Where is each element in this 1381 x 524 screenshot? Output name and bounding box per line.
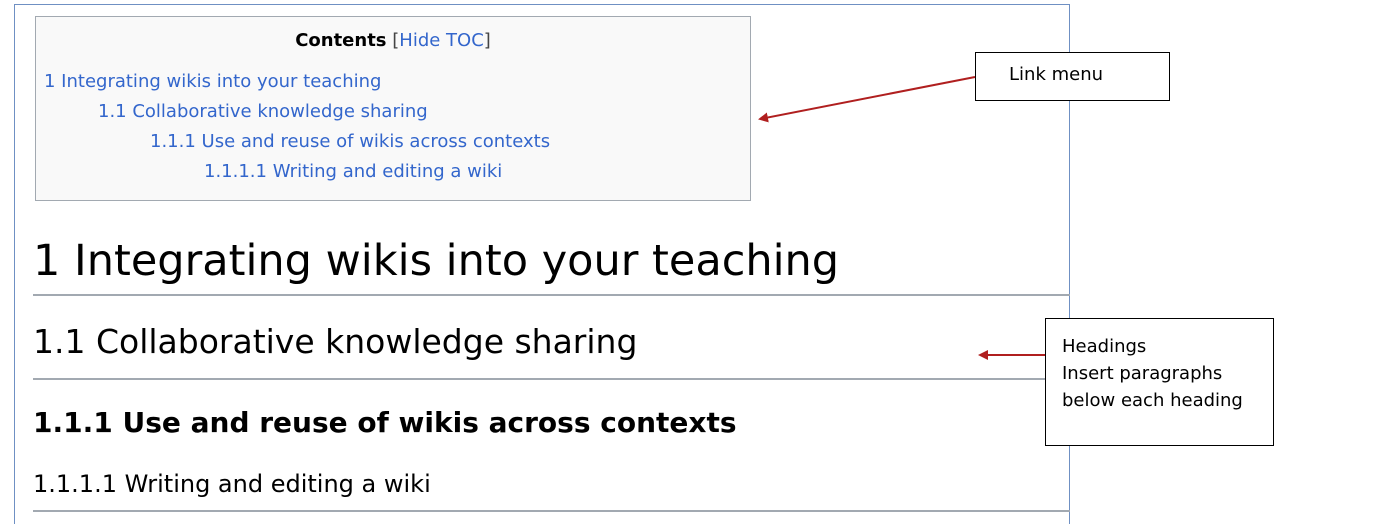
heading-level-4: 1.1.1.1 Writing and editing a wiki [33,458,1070,512]
callout-headings-line-1: Headings [1062,336,1147,357]
callout-link-menu: Link menu [975,52,1170,101]
hide-toc-link[interactable]: Hide TOC [399,30,484,51]
toc-link-collaborative-knowledge[interactable]: 1.1 Collaborative knowledge sharing [98,101,428,122]
toc-bracket-open: [ [386,30,400,51]
toc-title: Contents [295,30,387,51]
callout-headings-line-3: below each heading [1062,390,1243,411]
callout-headings: Headings Insert paragraphs below each he… [1045,318,1274,446]
callout-headings-line-2: Insert paragraphs [1062,363,1223,384]
callout-link-menu-text: Link menu [1009,64,1104,85]
table-of-contents: Contents [Hide TOC] 1 Integrating wikis … [35,16,751,201]
toc-bracket-close: ] [483,30,491,51]
heading-level-2: 1.1 Collaborative knowledge sharing [33,306,1070,380]
toc-link-use-and-reuse[interactable]: 1.1.1 Use and reuse of wikis across cont… [150,131,550,152]
toc-link-integrating-wikis[interactable]: 1 Integrating wikis into your teaching [44,71,381,92]
heading-level-3: 1.1.1 Use and reuse of wikis across cont… [33,406,737,439]
toc-link-writing-and-editing[interactable]: 1.1.1.1 Writing and editing a wiki [204,161,502,182]
toc-header: Contents [Hide TOC] [36,30,750,51]
heading-level-1: 1 Integrating wikis into your teaching [33,228,1070,296]
